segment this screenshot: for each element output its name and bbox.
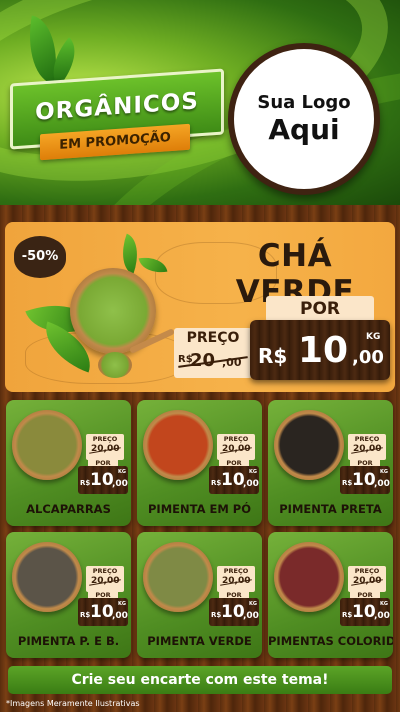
price-unit: KG	[366, 332, 381, 342]
discount-badge: -50%	[14, 236, 66, 278]
product-card[interactable]: PREÇO 20,00 POR R$ 10 ,00 KG PIMENTAS CO…	[268, 532, 393, 658]
cta-button[interactable]: Crie seu encarte com este tema!	[8, 666, 392, 694]
price-cents: ,00	[112, 479, 128, 489]
product-price-board: R$ 10 ,00 KG	[78, 598, 128, 626]
product-card[interactable]: PREÇO 20,00 POR R$ 10 ,00 KG ALCAPARRAS	[6, 400, 131, 526]
product-price-board: R$ 10 ,00 KG	[78, 466, 128, 494]
logo-text-line1: Sua Logo	[257, 92, 351, 113]
product-old-price: PREÇO 20,00	[348, 434, 386, 460]
product-old-price: PREÇO 20,00	[217, 434, 255, 460]
price-unit: KG	[249, 469, 257, 475]
old-price-label: PREÇO	[223, 435, 249, 443]
product-price-board: R$ 10 ,00 KG	[209, 466, 259, 494]
product-name: PIMENTA PRETA	[279, 502, 382, 516]
logo-text-line2: Aqui	[268, 113, 340, 146]
price-currency: R$	[258, 344, 288, 368]
product-bowl-image	[143, 410, 213, 480]
price-cents: ,00	[374, 611, 390, 621]
product-price-board: R$ 10 ,00 KG	[209, 598, 259, 626]
product-price-board: R$ 10 ,00 KG	[340, 466, 390, 494]
product-bowl-image	[143, 542, 213, 612]
price-value: 10	[352, 470, 376, 490]
matcha-spoon-image	[98, 352, 132, 378]
flyer-page: ORGÂNICOS EM PROMOÇÃO Sua Logo Aqui -50%…	[0, 0, 400, 712]
product-card[interactable]: PREÇO 20,00 POR R$ 10 ,00 KG PIMENTA PRE…	[268, 400, 393, 526]
product-bowl-image	[12, 410, 82, 480]
product-old-price: PREÇO 20,00	[86, 434, 124, 460]
old-price-label: PREÇO	[354, 567, 380, 575]
price-value: 10	[352, 602, 376, 622]
old-price-label: PREÇO	[92, 435, 118, 443]
product-card[interactable]: PREÇO 20,00 POR R$ 10 ,00 KG PIMENTA VER…	[137, 532, 262, 658]
price-currency: R$	[80, 479, 91, 487]
price-value: 10	[90, 602, 114, 622]
price-cents: ,00	[243, 611, 259, 621]
product-old-price: PREÇO 20,00	[86, 566, 124, 592]
price-unit: KG	[118, 601, 126, 607]
product-name: PIMENTA VERDE	[147, 634, 252, 648]
product-name: PIMENTA P. E B.	[17, 634, 120, 648]
header-banner: ORGÂNICOS EM PROMOÇÃO Sua Logo Aqui	[0, 0, 400, 205]
price-unit: KG	[380, 469, 388, 475]
old-price-label: PREÇO	[354, 435, 380, 443]
price-unit: KG	[118, 469, 126, 475]
product-price-board: R$ 10 ,00 KG	[340, 598, 390, 626]
price-cents: ,00	[112, 611, 128, 621]
product-bowl-image	[274, 410, 344, 480]
product-name: PIMENTA EM PÓ	[148, 502, 251, 516]
product-bowl-image	[274, 542, 344, 612]
price-value: 10	[221, 470, 245, 490]
old-price-label: PREÇO	[92, 567, 118, 575]
price-currency: R$	[211, 479, 222, 487]
price-cents: ,00	[243, 479, 259, 489]
price-cents: ,00	[352, 347, 384, 368]
featured-por-label: POR	[266, 296, 374, 322]
price-unit: KG	[249, 601, 257, 607]
product-old-price: PREÇO 20,00	[217, 566, 255, 592]
product-old-price: PREÇO 20,00	[348, 566, 386, 592]
price-currency: R$	[211, 611, 222, 619]
price-value: 10	[298, 330, 349, 371]
old-price-label: PREÇO	[186, 330, 240, 346]
price-cents: ,00	[374, 479, 390, 489]
product-card[interactable]: PREÇO 20,00 POR R$ 10 ,00 KG PIMENTA P. …	[6, 532, 131, 658]
price-unit: KG	[380, 601, 388, 607]
price-value: 10	[90, 470, 114, 490]
price-value: 10	[221, 602, 245, 622]
price-currency: R$	[80, 611, 91, 619]
logo-placeholder[interactable]: Sua Logo Aqui	[228, 43, 380, 195]
product-name: ALCAPARRAS	[26, 502, 111, 516]
featured-old-price: PREÇO R$ 20 ,00	[174, 328, 252, 378]
product-name: PIMENTAS COLORIDAS	[268, 634, 393, 648]
price-currency: R$	[342, 611, 353, 619]
price-currency: R$	[342, 479, 353, 487]
disclaimer-text: *Imagens Meramente Ilustrativas	[6, 699, 140, 708]
old-price-label: PREÇO	[223, 567, 249, 575]
product-bowl-image	[12, 542, 82, 612]
featured-price-board: R$ 10 ,00 KG	[250, 320, 390, 380]
product-card[interactable]: PREÇO 20,00 POR R$ 10 ,00 KG PIMENTA EM …	[137, 400, 262, 526]
